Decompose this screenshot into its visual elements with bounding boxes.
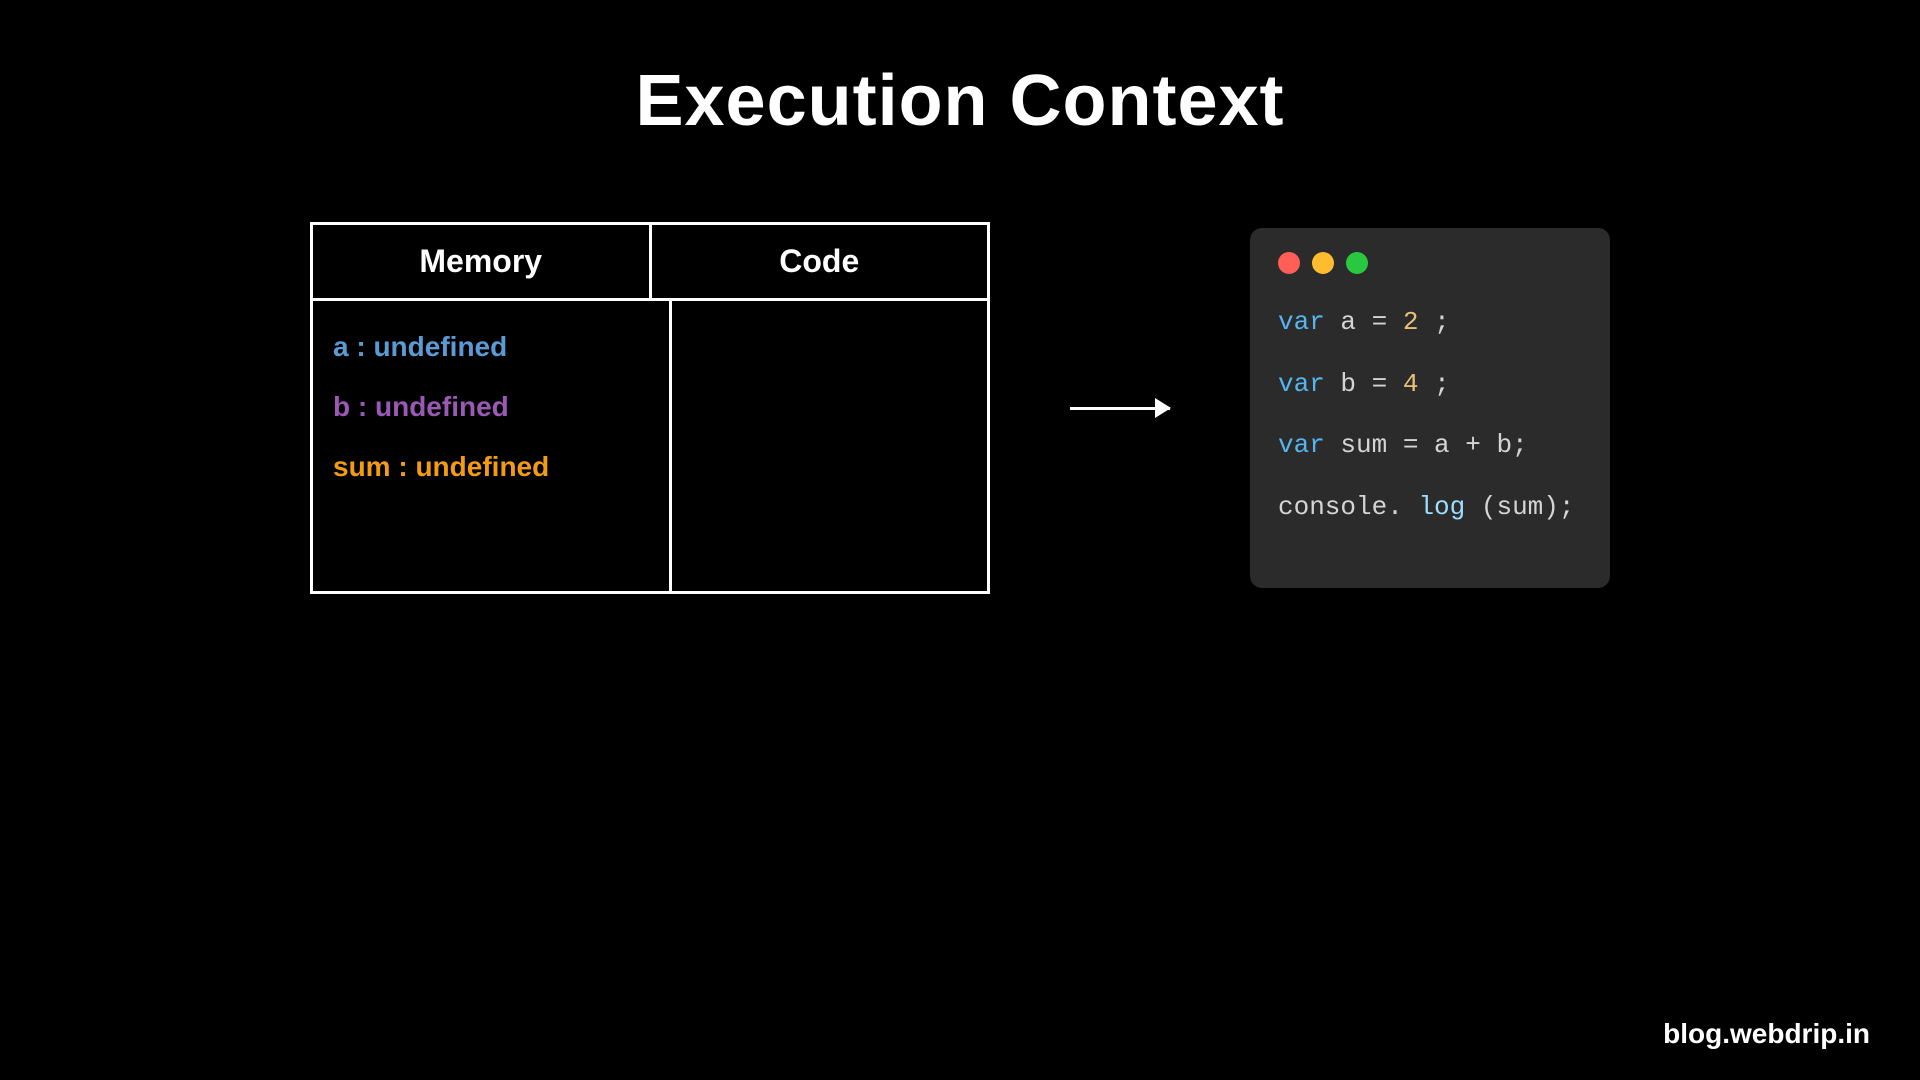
arrow-line bbox=[1070, 407, 1170, 410]
memory-item-b: b : undefined bbox=[333, 391, 649, 423]
table-body: a : undefined b : undefined sum : undefi… bbox=[313, 301, 987, 591]
var-b: b = bbox=[1340, 369, 1402, 399]
log-method: log bbox=[1418, 492, 1465, 522]
close-dot bbox=[1278, 252, 1300, 274]
memory-column: a : undefined b : undefined sum : undefi… bbox=[313, 301, 672, 591]
console-fn: console. bbox=[1278, 492, 1403, 522]
keyword-var-1: var bbox=[1278, 307, 1325, 337]
minimize-dot bbox=[1312, 252, 1334, 274]
memory-column-header: Memory bbox=[313, 225, 652, 298]
page-title: Execution Context bbox=[0, 0, 1920, 142]
num-2: 2 bbox=[1403, 307, 1419, 337]
code-line-1: var a = 2 ; bbox=[1278, 302, 1582, 344]
var-sum: sum = a + b; bbox=[1340, 430, 1527, 460]
maximize-dot bbox=[1346, 252, 1368, 274]
table-header: Memory Code bbox=[313, 225, 987, 301]
keyword-var-3: var bbox=[1278, 430, 1325, 460]
log-args: (sum); bbox=[1481, 492, 1575, 522]
memory-item-sum: sum : undefined bbox=[333, 451, 649, 483]
execution-context-table: Memory Code a : undefined b : undefined … bbox=[310, 222, 990, 594]
num-4: 4 bbox=[1403, 369, 1419, 399]
watermark: blog.webdrip.in bbox=[1663, 1018, 1870, 1050]
code-column bbox=[672, 301, 988, 591]
right-arrow bbox=[1070, 407, 1170, 410]
var-a: a = bbox=[1340, 307, 1402, 337]
semicolon-1: ; bbox=[1434, 307, 1450, 337]
code-column-header: Code bbox=[652, 225, 988, 298]
code-line-3: var sum = a + b; bbox=[1278, 425, 1582, 467]
code-line-2: var b = 4 ; bbox=[1278, 364, 1582, 406]
code-line-4: console. log (sum); bbox=[1278, 487, 1582, 529]
main-content: Memory Code a : undefined b : undefined … bbox=[0, 222, 1920, 594]
code-editor: var a = 2 ; var b = 4 ; var sum = a + b;… bbox=[1250, 228, 1610, 588]
editor-traffic-lights bbox=[1278, 252, 1582, 274]
arrow-container bbox=[1070, 407, 1170, 410]
keyword-var-2: var bbox=[1278, 369, 1325, 399]
memory-item-a: a : undefined bbox=[333, 331, 649, 363]
semicolon-2: ; bbox=[1434, 369, 1450, 399]
code-block: var a = 2 ; var b = 4 ; var sum = a + b;… bbox=[1278, 302, 1582, 528]
